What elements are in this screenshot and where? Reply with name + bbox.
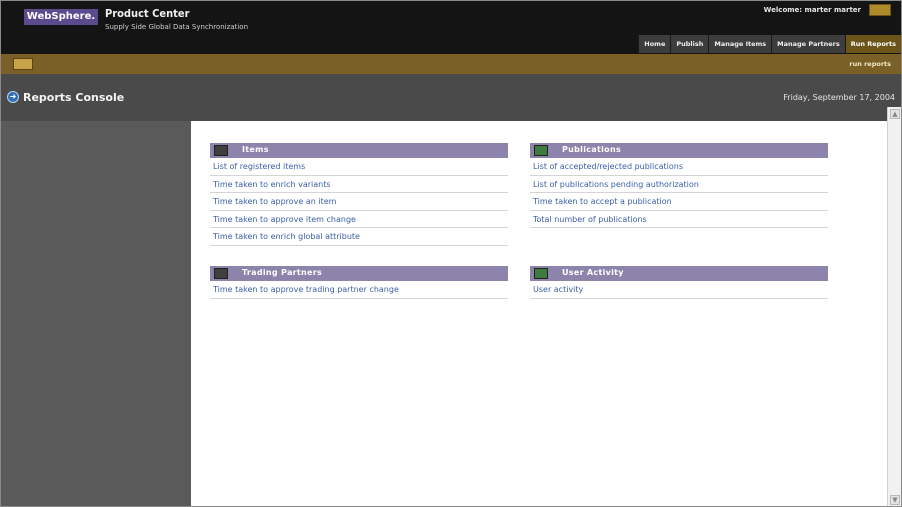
scroll-down-icon[interactable]: ▼ xyxy=(890,495,900,505)
console-bar: ➜ Reports Console Friday, September 17, … xyxy=(1,74,901,121)
product-name: Product Center xyxy=(105,7,190,20)
user-activity-icon xyxy=(534,268,548,279)
tab-run-reports[interactable]: Run Reports xyxy=(844,35,901,53)
vertical-scrollbar[interactable]: ▲ ▼ xyxy=(887,107,901,506)
report-link[interactable]: User activity xyxy=(530,281,828,299)
report-link[interactable]: Time taken to accept a publication xyxy=(530,193,828,211)
section-header: Items xyxy=(210,143,508,158)
items-section: Items List of registered items Time take… xyxy=(210,143,508,246)
app-window: WebSphere. Product Center Supply Side Gl… xyxy=(0,0,902,507)
user-icon[interactable] xyxy=(869,4,891,16)
publications-section: Publications List of accepted/rejected p… xyxy=(530,143,828,228)
section-header: User Activity xyxy=(530,266,828,281)
product-subtitle: Supply Side Global Data Synchronization xyxy=(105,23,249,31)
report-link[interactable]: Time taken to enrich variants xyxy=(210,176,508,193)
trading-partners-icon xyxy=(214,268,228,279)
sub-nav-strip: run reports xyxy=(1,54,901,74)
tab-publish[interactable]: Publish xyxy=(670,35,709,53)
report-link[interactable]: List of publications pending authorizati… xyxy=(530,176,828,193)
report-link[interactable]: Time taken to approve trading partner ch… xyxy=(210,281,508,299)
section-title: Trading Partners xyxy=(242,268,323,277)
section-header: Trading Partners xyxy=(210,266,508,281)
report-link[interactable]: Time taken to approve item change xyxy=(210,211,508,228)
section-header: Publications xyxy=(530,143,828,158)
tab-manage-partners[interactable]: Manage Partners xyxy=(771,35,845,53)
section-title: User Activity xyxy=(562,268,624,277)
welcome-text: Welcome: marter marter xyxy=(763,6,861,14)
current-date: Friday, September 17, 2004 xyxy=(783,93,895,102)
report-link[interactable]: Time taken to approve an item xyxy=(210,193,508,211)
tab-manage-items[interactable]: Manage Items xyxy=(708,35,772,53)
trading-partners-section: Trading Partners Time taken to approve t… xyxy=(210,266,508,299)
tab-home[interactable]: Home xyxy=(638,35,671,53)
websphere-logo: WebSphere. xyxy=(24,9,98,25)
scroll-up-icon[interactable]: ▲ xyxy=(890,109,900,119)
report-link[interactable]: List of registered items xyxy=(210,158,508,176)
arrow-circle-icon: ➜ xyxy=(7,91,19,103)
user-activity-section: User Activity User activity xyxy=(530,266,828,299)
run-reports-link[interactable]: run reports xyxy=(849,60,891,68)
section-title: Items xyxy=(242,145,269,154)
left-panel xyxy=(1,121,191,506)
items-icon xyxy=(214,145,228,156)
main-nav: Home Publish Manage Items Manage Partner… xyxy=(638,35,901,53)
reports-content: Items List of registered items Time take… xyxy=(191,121,887,506)
toolbar-icon[interactable] xyxy=(13,58,33,70)
report-link[interactable]: Time taken to enrich global attribute xyxy=(210,228,508,246)
page-title: Reports Console xyxy=(23,91,125,104)
publications-icon xyxy=(534,145,548,156)
report-link[interactable]: List of accepted/rejected publications xyxy=(530,158,828,176)
section-title: Publications xyxy=(562,145,622,154)
report-link[interactable]: Total number of publications xyxy=(530,211,828,228)
top-header: WebSphere. Product Center Supply Side Gl… xyxy=(1,1,901,54)
